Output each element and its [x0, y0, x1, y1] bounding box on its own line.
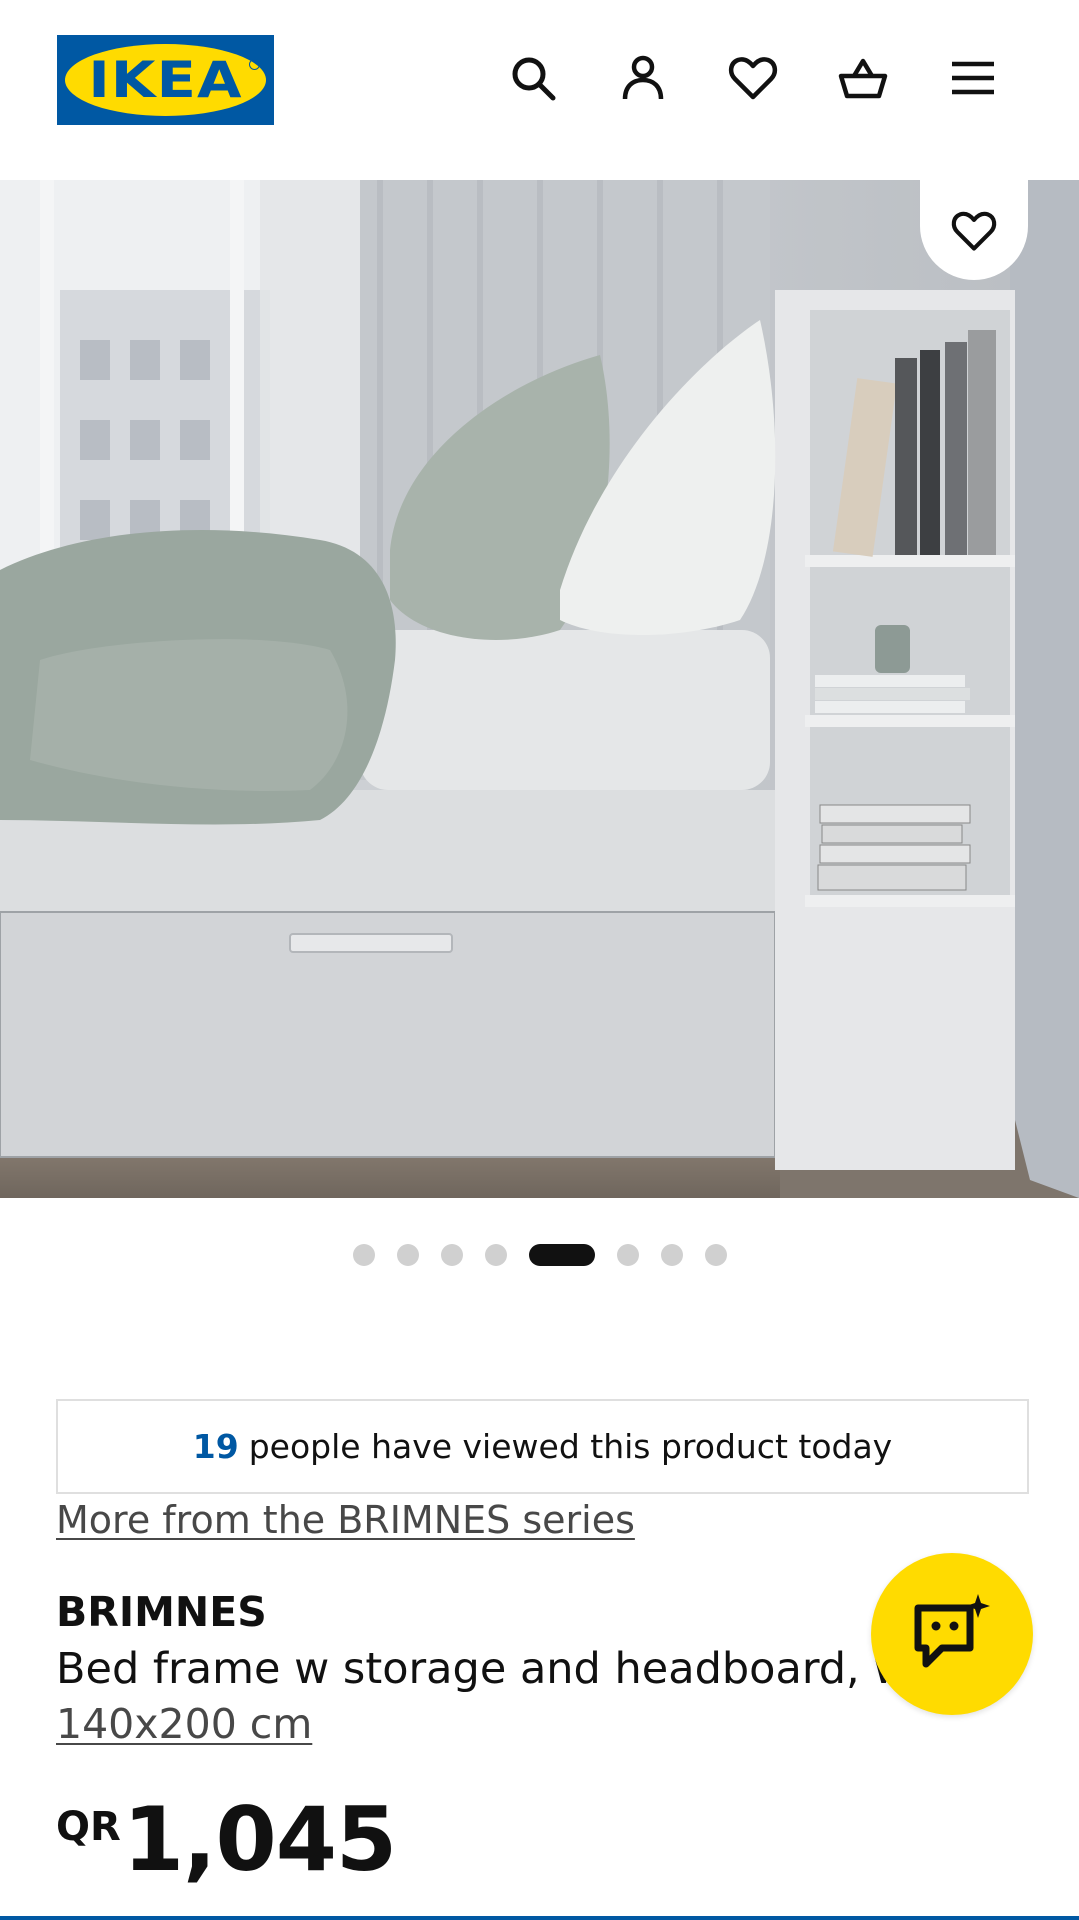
price-amount: 1,045	[122, 1788, 397, 1891]
product-image[interactable]	[0, 180, 1079, 1198]
carousel-dot[interactable]	[704, 1244, 727, 1266]
product-name: BRIMNES	[56, 1588, 267, 1636]
bottom-accent-bar	[0, 1916, 1079, 1920]
chat-assistant-button[interactable]	[871, 1553, 1033, 1715]
carousel-dot[interactable]	[484, 1244, 507, 1266]
chat-sparkle-icon	[914, 1594, 990, 1668]
carousel-dot[interactable]	[616, 1244, 639, 1266]
menu-icon[interactable]	[943, 48, 1003, 108]
heart-icon	[951, 211, 997, 251]
price-currency: QR	[56, 1804, 121, 1850]
top-header: IKEA	[0, 0, 1079, 180]
product-size-link[interactable]: 140x200 cm	[56, 1700, 312, 1748]
heart-icon[interactable]	[723, 48, 783, 108]
product-price: QR 1,045	[56, 1788, 397, 1891]
carousel-indicator	[0, 1244, 1079, 1266]
viewed-count: 19	[192, 1427, 239, 1466]
viewed-text: people have viewed this product today	[248, 1427, 893, 1466]
account-icon[interactable]	[613, 48, 673, 108]
carousel-dot[interactable]	[352, 1244, 375, 1266]
carousel-dot[interactable]	[440, 1244, 463, 1266]
ikea-logo[interactable]: IKEA	[57, 35, 274, 125]
carousel-dot[interactable]	[660, 1244, 683, 1266]
series-link[interactable]: More from the BRIMNES series	[56, 1498, 635, 1542]
carousel-dot[interactable]	[396, 1244, 419, 1266]
search-icon[interactable]	[503, 48, 563, 108]
registered-mark	[249, 59, 260, 70]
viewed-today-notice: 19 people have viewed this product today	[56, 1399, 1029, 1494]
logo-text: IKEA	[88, 51, 243, 109]
carousel-dot-active[interactable]	[528, 1244, 595, 1266]
bed-photo	[0, 180, 1079, 1198]
basket-icon[interactable]	[833, 48, 893, 108]
